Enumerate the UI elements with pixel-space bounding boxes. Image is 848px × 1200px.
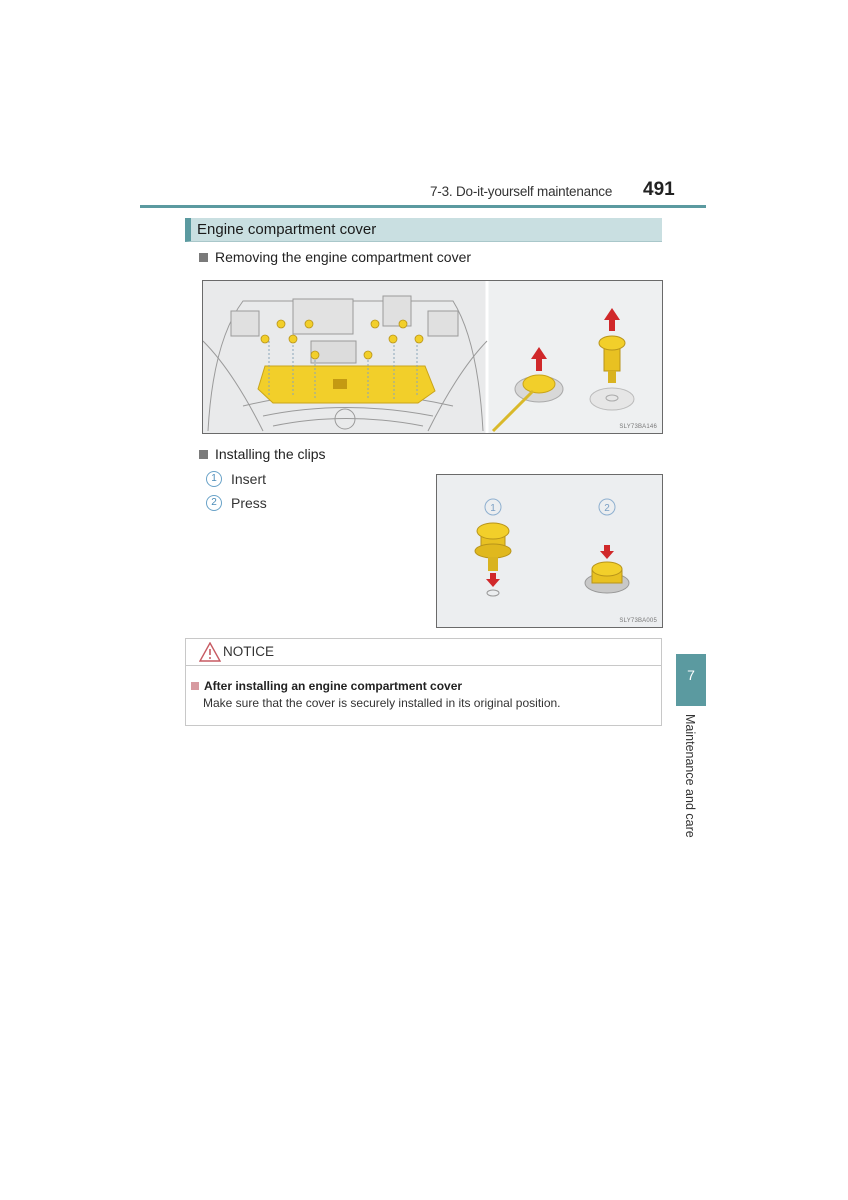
removing-heading-text: Removing the engine compartment cover [215, 249, 472, 265]
section-title: Engine compartment cover [197, 221, 377, 238]
engine-bay-illustration [203, 281, 662, 433]
notice-subheading-text: After installing an engine compartment c… [204, 679, 463, 693]
step-item: 1 Insert [206, 471, 266, 487]
figure-code: SLY73BA005 [619, 618, 657, 624]
notice-label: NOTICE [223, 644, 275, 659]
removing-heading: Removing the engine compartment cover [199, 249, 471, 265]
step-number-icon: 2 [206, 495, 222, 511]
clip-illustration: 1 2 [437, 475, 662, 627]
svg-text:1: 1 [490, 503, 496, 514]
notice-header: NOTICE [186, 639, 661, 666]
page-number: 491 [643, 179, 675, 200]
warning-triangle-icon [199, 642, 221, 662]
installing-heading-text: Installing the clips [215, 446, 326, 462]
step-label: Press [231, 495, 267, 511]
chapter-section-title: 7-3. Do-it-yourself maintenance [430, 184, 613, 199]
clip-installation-figure: 1 2 SLY73BA005 [436, 474, 663, 628]
step-item: 2 Press [206, 495, 267, 511]
step-label: Insert [231, 471, 267, 487]
installing-heading: Installing the clips [199, 446, 326, 462]
chapter-number: 7 [687, 667, 695, 683]
engine-cover-removal-figure: SLY73BA146 [202, 280, 663, 434]
figure-code: SLY73BA146 [619, 424, 657, 430]
notice-body: Make sure that the cover is securely ins… [203, 696, 561, 710]
square-bullet-icon [199, 252, 208, 262]
step-number-icon: 1 [206, 471, 222, 487]
notice-box: NOTICE After installing an engine compar… [185, 638, 662, 726]
chapter-tab-label: Maintenance and care [683, 714, 697, 838]
header-divider [140, 205, 706, 208]
notice-subheading: After installing an engine compartment c… [191, 679, 462, 693]
chapter-tab: 7 [676, 654, 706, 706]
section-title-bar: Engine compartment cover [185, 218, 662, 242]
square-bullet-icon [199, 449, 208, 459]
svg-text:2: 2 [604, 503, 610, 514]
square-bullet-icon [191, 682, 199, 690]
